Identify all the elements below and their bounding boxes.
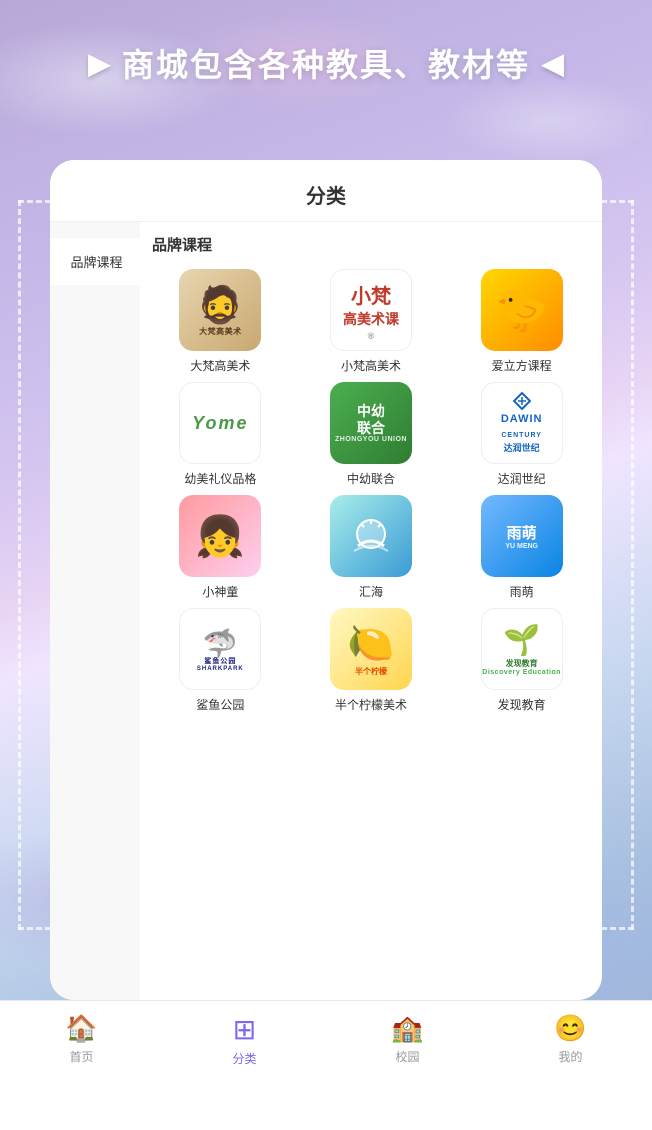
brand-item-dafan[interactable]: 🧔 大梵高美术 大梵高美术 bbox=[148, 269, 293, 374]
brand-logo-dafan: 🧔 大梵高美术 bbox=[179, 269, 261, 351]
brand-item-zhongyou[interactable]: 中幼联合 ZHONGYOU UNION 中幼联合 bbox=[299, 382, 444, 487]
brand-logo-zhongyou: 中幼联合 ZHONGYOU UNION bbox=[330, 382, 412, 464]
brand-logo-youmei: Yome bbox=[179, 382, 261, 464]
brand-name-xiaofan: 小梵高美术 bbox=[341, 357, 401, 374]
brand-name-sharkpark: 鲨鱼公园 bbox=[196, 696, 244, 713]
home-icon: 🏠 bbox=[65, 1013, 97, 1044]
brand-logo-yumeng: 雨萌 YU MENG bbox=[481, 495, 563, 577]
brand-name-xiaoshentong: 小神童 bbox=[202, 583, 238, 600]
main-card: 分类 品牌课程 品牌课程 🧔 大梵高美术 大梵高美术 bbox=[50, 160, 602, 1000]
brand-item-ailifang[interactable]: 🐤 爱立方课程 bbox=[449, 269, 594, 374]
arrow-right-icon: ◀ bbox=[542, 47, 564, 80]
brand-name-youmei: 幼美礼仪品格 bbox=[184, 470, 256, 487]
brand-logo-xiaoshentong: 👧 bbox=[179, 495, 261, 577]
brand-logo-discovery: 🌱 发现教育 Discovery Education bbox=[481, 608, 563, 690]
brand-grid: 🧔 大梵高美术 大梵高美术 小梵 高美术课 ® bbox=[148, 269, 594, 713]
nav-label-campus: 校园 bbox=[395, 1048, 419, 1065]
brand-name-discovery: 发现教育 bbox=[498, 696, 546, 713]
brand-name-banlemon: 半个柠檬美术 bbox=[335, 696, 407, 713]
brand-logo-banlemon: 🍋 半个柠檬 bbox=[330, 608, 412, 690]
sidebar: 品牌课程 bbox=[50, 222, 140, 1000]
nav-label-category: 分类 bbox=[232, 1050, 256, 1067]
brand-logo-huihai bbox=[330, 495, 412, 577]
brand-name-dafan: 大梵高美术 bbox=[190, 357, 250, 374]
brand-item-xiaofan[interactable]: 小梵 高美术课 ® 小梵高美术 bbox=[299, 269, 444, 374]
brand-item-huihai[interactable]: 汇海 bbox=[299, 495, 444, 600]
bottom-navigation: 🏠 首页 ⊞ 分类 🏫 校园 😊 我的 bbox=[0, 1000, 652, 1130]
mine-icon: 😊 bbox=[554, 1013, 586, 1044]
nav-label-home: 首页 bbox=[69, 1048, 93, 1065]
brand-name-darun: 达润世纪 bbox=[498, 470, 546, 487]
header-title: 商城包含各种教具、教材等 bbox=[122, 40, 530, 86]
nav-label-mine: 我的 bbox=[558, 1048, 582, 1065]
card-body: 品牌课程 品牌课程 🧔 大梵高美术 大梵高美术 bbox=[50, 222, 602, 1000]
section-title: 品牌课程 bbox=[148, 234, 594, 255]
brand-item-darun[interactable]: DAWINCENTURY 达润世纪 达润世纪 bbox=[449, 382, 594, 487]
brand-name-zhongyou: 中幼联合 bbox=[347, 470, 395, 487]
dashed-border-right bbox=[631, 200, 634, 930]
brand-item-youmei[interactable]: Yome 幼美礼仪品格 bbox=[148, 382, 293, 487]
brand-logo-darun: DAWINCENTURY 达润世纪 bbox=[481, 382, 563, 464]
dashed-border-left bbox=[18, 200, 21, 930]
card-title: 分类 bbox=[50, 160, 602, 222]
campus-icon: 🏫 bbox=[391, 1013, 423, 1044]
brand-name-huihai: 汇海 bbox=[359, 583, 383, 600]
brand-item-yumeng[interactable]: 雨萌 YU MENG 雨萌 bbox=[449, 495, 594, 600]
nav-item-category[interactable]: ⊞ 分类 bbox=[205, 1013, 285, 1067]
brand-logo-sharkpark: 🦈 鲨鱼公园 SHARKPARK bbox=[179, 608, 261, 690]
category-icon: ⊞ bbox=[233, 1013, 256, 1046]
brand-name-yumeng: 雨萌 bbox=[510, 583, 534, 600]
brand-logo-xiaofan: 小梵 高美术课 ® bbox=[330, 269, 412, 351]
brand-item-banlemon[interactable]: 🍋 半个柠檬 半个柠檬美术 bbox=[299, 608, 444, 713]
brand-item-sharkpark[interactable]: 🦈 鲨鱼公园 SHARKPARK 鲨鱼公园 bbox=[148, 608, 293, 713]
nav-item-campus[interactable]: 🏫 校园 bbox=[368, 1013, 448, 1065]
arrow-left-icon: ▶ bbox=[88, 47, 110, 80]
content-area[interactable]: 品牌课程 🧔 大梵高美术 大梵高美术 小 bbox=[140, 222, 602, 1000]
nav-item-mine[interactable]: 😊 我的 bbox=[531, 1013, 611, 1065]
brand-name-ailifang: 爱立方课程 bbox=[492, 357, 552, 374]
brand-logo-ailifang: 🐤 bbox=[481, 269, 563, 351]
header-banner: ▶ 商城包含各种教具、教材等 ◀ bbox=[0, 40, 652, 86]
sidebar-item-brand-course[interactable]: 品牌课程 bbox=[50, 238, 140, 285]
brand-item-discovery[interactable]: 🌱 发现教育 Discovery Education 发现教育 bbox=[449, 608, 594, 713]
brand-item-xiaoshentong[interactable]: 👧 小神童 bbox=[148, 495, 293, 600]
nav-item-home[interactable]: 🏠 首页 bbox=[42, 1013, 122, 1065]
